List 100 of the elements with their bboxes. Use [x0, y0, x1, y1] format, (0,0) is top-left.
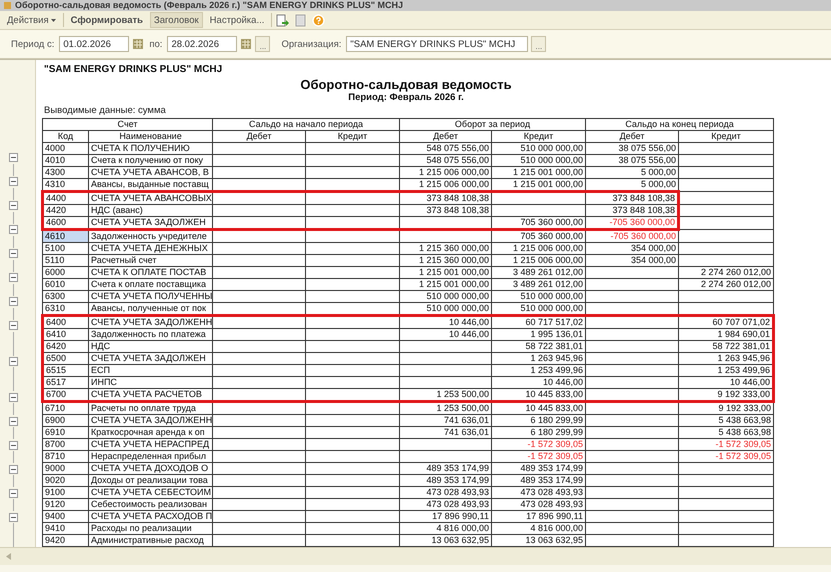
organization-select-button[interactable]: ...	[531, 36, 546, 52]
period-from-field[interactable]: 01.02.2026	[59, 36, 130, 52]
column-header: Код	[42, 130, 88, 142]
account-name-cell: Авансы, выданные поставщ	[88, 178, 213, 192]
amount-cell: 1 215 006 000,00	[400, 166, 492, 178]
account-code-cell[interactable]: 6710	[42, 402, 88, 414]
document-arrow-icon[interactable]	[275, 12, 290, 28]
amount-cell: 373 848 108,38	[586, 192, 679, 204]
report-period: Период: Февраль 2026 г.	[348, 92, 465, 105]
account-name-cell: СЧЕТА УЧЕТА ДОХОДОВ О	[88, 462, 213, 474]
account-name-cell: СЧЕТА УЧЕТА СЕБЕСТОИМ	[88, 486, 213, 498]
amount-cell: 510 000 000,00	[400, 290, 492, 302]
collapse-icon[interactable]	[9, 249, 18, 258]
collapse-icon[interactable]	[9, 225, 18, 234]
collapse-icon[interactable]	[9, 201, 18, 210]
account-code-cell[interactable]: 6700	[42, 388, 88, 402]
amount-cell: 510 000 000,00	[492, 290, 586, 302]
collapse-icon[interactable]	[9, 273, 18, 282]
account-code-cell[interactable]: 9400	[42, 510, 88, 522]
collapse-icon[interactable]	[9, 356, 18, 366]
amount-cell: 705 360 000,00	[492, 230, 586, 242]
amount-cell: 489 353 174,99	[492, 474, 586, 486]
amount-cell: 6 180 299,99	[492, 426, 586, 438]
account-name-cell: СЧЕТА УЧЕТА ДЕНЕЖНЫХ	[88, 242, 213, 254]
account-code-cell[interactable]: 5100	[42, 242, 88, 254]
amount-cell: 4 816 000,00	[400, 522, 492, 534]
account-code-cell[interactable]: 4310	[42, 178, 88, 192]
column-group-header: Счет	[42, 118, 213, 130]
collapse-icon[interactable]	[9, 416, 18, 426]
account-code-cell[interactable]: 5110	[42, 254, 88, 266]
account-code-cell[interactable]: 6010	[42, 278, 88, 290]
caret-icon	[50, 18, 56, 22]
amount-cell: 1 253 499,96	[678, 364, 774, 376]
account-code-cell[interactable]: 4420	[42, 204, 88, 216]
amount-cell: 9 192 333,00	[678, 402, 774, 414]
collapse-icon[interactable]	[9, 512, 18, 522]
account-name-cell: Расчетный счет	[88, 254, 213, 266]
account-code-cell[interactable]: 9100	[42, 486, 88, 498]
account-code-cell[interactable]: 4300	[42, 166, 88, 178]
account-name-cell: Задолженность учредителе	[88, 230, 213, 242]
actions-menu[interactable]: Действия	[3, 12, 60, 28]
generate-button[interactable]: Сформировать	[66, 12, 147, 28]
collapse-icon[interactable]	[9, 440, 18, 450]
account-code-cell[interactable]: 9120	[42, 498, 88, 510]
header-toggle[interactable]: Заголовок	[150, 12, 203, 28]
organization-field[interactable]: "SAM ENERGY DRINKS PLUS" MCHJ	[346, 36, 528, 52]
amount-cell: 10 446,00	[400, 328, 492, 340]
collapse-icon[interactable]	[9, 297, 18, 306]
calendar-icon[interactable]	[132, 36, 144, 52]
amount-cell: 473 028 493,93	[400, 486, 492, 498]
account-name-cell: СЧЕТА УЧЕТА РАСЧЕТОВ	[88, 388, 213, 402]
account-code-cell[interactable]: 6410	[42, 328, 88, 340]
amount-cell: 58 722 381,01	[678, 340, 774, 352]
amount-cell: 4 816 000,00	[492, 522, 586, 534]
amount-cell: 10 446,00	[492, 376, 586, 388]
collapse-icon[interactable]	[9, 153, 18, 162]
account-name-cell: Краткосрочная аренда к оп	[88, 426, 213, 438]
collapse-icon[interactable]	[9, 177, 18, 186]
account-code-cell[interactable]: 6420	[42, 340, 88, 352]
calendar-icon[interactable]	[240, 36, 252, 52]
account-code-cell[interactable]: 6000	[42, 266, 88, 278]
collapse-icon[interactable]	[9, 464, 18, 474]
period-to-field[interactable]: 28.02.2026	[167, 36, 238, 52]
period-from-label: Период с:	[11, 38, 54, 50]
account-name-cell: Задолженность по платежа	[88, 328, 213, 340]
account-name-cell: ИНПС	[88, 376, 213, 388]
account-name-cell: НДС (аванс)	[88, 204, 213, 216]
account-code-cell[interactable]: 9000	[42, 462, 88, 474]
account-name-cell: СЧЕТА УЧЕТА ЗАДОЛЖЕН	[88, 216, 213, 230]
amount-cell: 741 636,01	[400, 414, 492, 426]
account-code-cell[interactable]: 8710	[42, 450, 88, 462]
collapse-icon[interactable]	[9, 321, 18, 330]
amount-cell: -705 360 000,00	[586, 216, 679, 230]
account-code-cell[interactable]: 6900	[42, 414, 88, 426]
account-code-cell[interactable]: 6515	[42, 364, 88, 376]
account-code-cell[interactable]: 9020	[42, 474, 88, 486]
account-code-cell[interactable]: 6910	[42, 426, 88, 438]
account-code-cell[interactable]: 4000	[42, 142, 88, 154]
amount-cell: 5 438 663,98	[678, 414, 774, 426]
collapse-icon[interactable]	[9, 392, 18, 402]
amount-cell: 2 274 260 012,00	[678, 278, 774, 290]
account-name-cell: СЧЕТА УЧЕТА АВАНСОВ, В	[88, 166, 213, 178]
amount-cell: 1 215 001 000,00	[400, 278, 492, 290]
account-code-cell[interactable]: 4400	[42, 192, 88, 204]
account-code-cell[interactable]: 6500	[42, 352, 88, 364]
collapse-icon[interactable]	[9, 488, 18, 498]
account-code-cell[interactable]: 9410	[42, 522, 88, 534]
account-code-cell[interactable]: 6310	[42, 302, 88, 316]
amount-cell: 489 353 174,99	[400, 462, 492, 474]
account-code-cell[interactable]: 6517	[42, 376, 88, 388]
settings-button[interactable]: Настройка...	[206, 12, 268, 28]
amount-cell: 1 984 690,01	[678, 328, 774, 340]
account-name-cell: СЧЕТА УЧЕТА ЗАДОЛЖЕНН	[88, 414, 213, 426]
period-select-button[interactable]: ...	[255, 36, 270, 52]
account-code-cell[interactable]: 6300	[42, 290, 88, 302]
account-name-cell: Авансы, полученные от пок	[88, 302, 213, 316]
account-code-cell[interactable]: 4010	[42, 154, 88, 166]
account-code-cell[interactable]: 8700	[42, 438, 88, 450]
amount-cell: 1 253 500,00	[400, 402, 492, 414]
account-code-cell[interactable]: 6400	[42, 316, 88, 328]
